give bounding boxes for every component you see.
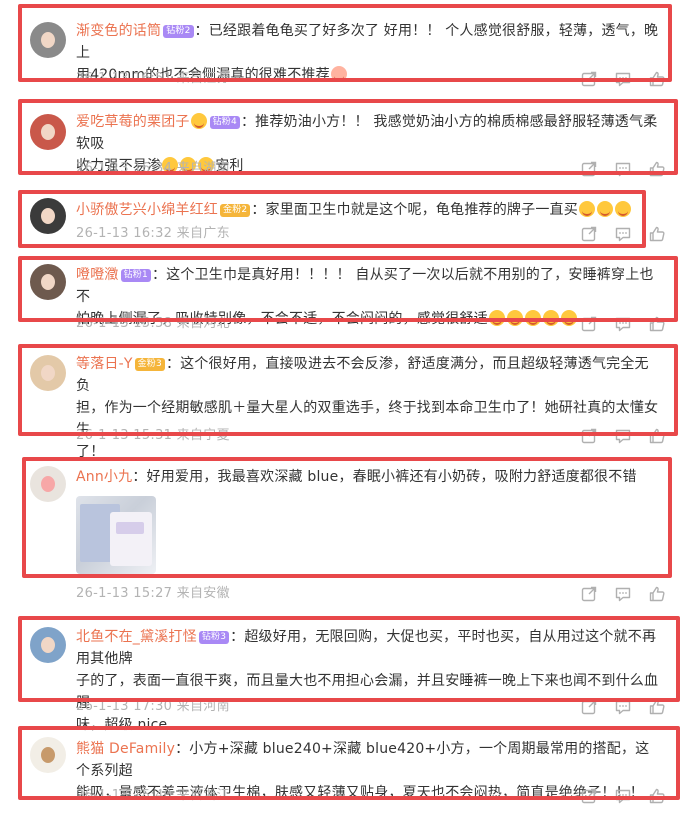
username-link[interactable]: 渐变色的话筒 — [76, 23, 161, 39]
comment-meta: 26-1-13 16:32 来自广东 — [76, 226, 230, 241]
like-icon[interactable] — [648, 315, 666, 333]
avatar[interactable] — [30, 22, 66, 58]
share-icon[interactable] — [580, 315, 598, 333]
comment-actions — [580, 160, 666, 178]
comment-icon[interactable] — [614, 698, 632, 716]
comment-actions — [580, 585, 666, 603]
avatar[interactable] — [30, 355, 66, 391]
share-icon[interactable] — [580, 160, 598, 178]
fan-badge: 钻粉3 — [198, 631, 230, 644]
fan-badge: 钻粉4 — [209, 116, 240, 129]
comment-actions — [580, 225, 666, 243]
share-icon[interactable] — [580, 70, 598, 88]
username-link[interactable]: 熊猫 DeFamily — [76, 741, 175, 757]
avatar[interactable] — [30, 737, 66, 773]
comment-icon[interactable] — [614, 160, 632, 178]
comment-meta: 26-1-13 15:31 来自宁夏 — [76, 428, 230, 443]
share-icon[interactable] — [580, 787, 598, 805]
comment-text: 小骄傲艺兴小绵羊红红 金粉2 ：家里面卫生巾就是这个呢，龟龟推荐的牌子一直买 — [76, 199, 660, 221]
like-icon[interactable] — [648, 427, 666, 445]
face-emoji-icon — [524, 310, 541, 326]
like-icon[interactable] — [648, 225, 666, 243]
fan-badge: 钻粉2 — [163, 25, 194, 38]
comment-meta: 26-1-13 15:27 来自安徽 — [76, 586, 230, 601]
share-icon[interactable] — [580, 427, 598, 445]
comment-actions — [580, 698, 666, 716]
comment-meta: 26-1-13 15:40 来自浙江 — [76, 788, 230, 803]
fan-badge: 金粉3 — [134, 358, 165, 371]
face-emoji-icon — [596, 201, 613, 217]
product-photo[interactable] — [76, 496, 156, 574]
comment-icon[interactable] — [614, 70, 632, 88]
avatar[interactable] — [30, 198, 66, 234]
username-link[interactable]: Ann小九 — [76, 469, 132, 485]
avatar[interactable] — [30, 627, 66, 663]
face-emoji-icon — [190, 113, 207, 129]
username-link[interactable]: 等落日-Y — [76, 356, 133, 372]
comment-meta: 26-1-13 15:58 来自河北 — [76, 316, 230, 331]
comment-icon[interactable] — [614, 225, 632, 243]
comment-text: Ann小九：好用爱用，我最喜欢深藏 blue，春眠小裤还有小奶砖，吸附力舒适度都… — [76, 469, 637, 485]
avatar[interactable] — [30, 466, 66, 502]
comment-list: 渐变色的话筒 钻粉2 ：已经跟着龟龟买了好多次了 好用！！ 个人感觉很舒服，轻薄，透… — [0, 0, 690, 814]
avatar[interactable] — [30, 264, 66, 300]
face-emoji-icon — [614, 201, 631, 217]
like-icon[interactable] — [648, 787, 666, 805]
username-link[interactable]: 小骄傲艺兴小绵羊红红 — [76, 202, 218, 218]
comment-icon[interactable] — [614, 427, 632, 445]
fan-badge: 钻粉1 — [120, 269, 151, 282]
comment-meta: 26-1-13 16:51 来自江苏 — [76, 71, 230, 86]
comment-actions — [580, 787, 666, 805]
like-icon[interactable] — [648, 70, 666, 88]
comment-text: 北鱼不在_黛溪打怪 钻粉3 ：超级好用，无限回购，大促也买，平时也买，自从用过这个就… — [76, 629, 659, 733]
face-emoji-icon — [488, 310, 505, 326]
avatar[interactable] — [30, 114, 66, 150]
like-icon[interactable] — [648, 585, 666, 603]
face-emoji-icon — [542, 310, 559, 326]
share-icon[interactable] — [580, 585, 598, 603]
share-icon[interactable] — [580, 698, 598, 716]
comment-icon[interactable] — [614, 315, 632, 333]
username-link[interactable]: 北鱼不在_黛溪打怪 — [76, 629, 197, 645]
comment-meta: 26-1-13 16:34 来自湖南 — [76, 161, 230, 176]
comment-actions — [580, 70, 666, 88]
face-emoji-icon — [330, 66, 347, 82]
face-emoji-icon — [578, 201, 595, 217]
face-emoji-icon — [560, 310, 577, 326]
like-icon[interactable] — [648, 698, 666, 716]
username-link[interactable]: 爱吃草莓的栗团子 — [76, 114, 190, 130]
comment-text: 等落日-Y 金粉3 ：这个很好用，直接吸进去不会反渗，舒适度满分，而且超级轻薄透气完… — [76, 356, 659, 460]
share-icon[interactable] — [580, 225, 598, 243]
comment-actions — [580, 427, 666, 445]
comment-meta: 26-1-13 17:30 来自河南 — [76, 699, 230, 714]
face-emoji-icon — [506, 310, 523, 326]
username-link[interactable]: 噔噔瀓 — [76, 267, 119, 283]
like-icon[interactable] — [648, 160, 666, 178]
comment-icon[interactable] — [614, 585, 632, 603]
comment-icon[interactable] — [614, 787, 632, 805]
comment-actions — [580, 315, 666, 333]
fan-badge: 金粉2 — [220, 204, 251, 217]
